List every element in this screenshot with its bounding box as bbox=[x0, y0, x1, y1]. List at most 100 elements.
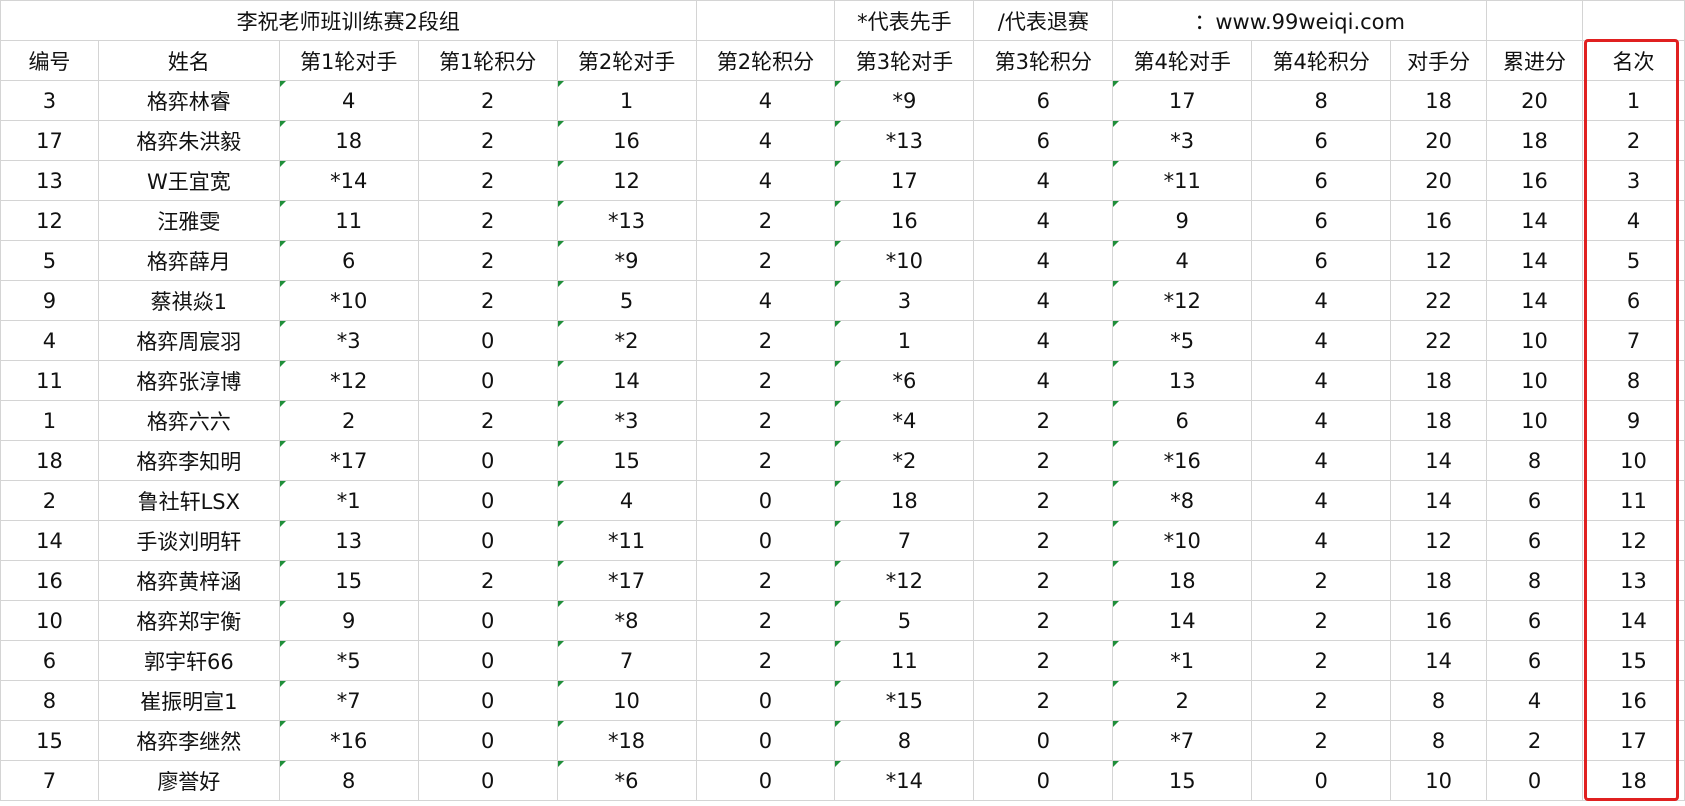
table-cell[interactable]: 14 bbox=[1486, 200, 1583, 241]
header-cell[interactable]: 名次 bbox=[1582, 40, 1685, 81]
table-cell[interactable]: 18 bbox=[1112, 560, 1253, 601]
table-cell[interactable]: 4 bbox=[695, 160, 836, 201]
table-cell[interactable]: 1 bbox=[556, 80, 697, 121]
table-cell[interactable]: 8 bbox=[1582, 360, 1685, 401]
table-cell[interactable]: 18 bbox=[1486, 120, 1583, 161]
table-cell[interactable]: 16 bbox=[1390, 600, 1488, 641]
table-cell[interactable]: 1 bbox=[0, 400, 99, 441]
table-cell[interactable]: 5 bbox=[0, 240, 99, 281]
table-cell[interactable]: 格弈李继然 bbox=[97, 720, 280, 761]
empty-cell[interactable] bbox=[1582, 0, 1685, 41]
table-cell[interactable]: 8 bbox=[1251, 80, 1392, 121]
table-cell[interactable]: *7 bbox=[278, 680, 419, 721]
table-cell[interactable]: 17 bbox=[1582, 720, 1685, 761]
table-cell[interactable]: 16 bbox=[1582, 680, 1685, 721]
table-cell[interactable]: 0 bbox=[973, 720, 1114, 761]
table-cell[interactable]: *10 bbox=[278, 280, 419, 321]
table-cell[interactable]: 7 bbox=[1582, 320, 1685, 361]
table-cell[interactable]: 18 bbox=[1582, 760, 1685, 801]
header-cell[interactable]: 累进分 bbox=[1486, 40, 1583, 81]
table-cell[interactable]: 5 bbox=[556, 280, 697, 321]
table-cell[interactable]: 7 bbox=[556, 640, 697, 681]
table-cell[interactable]: 4 bbox=[1251, 400, 1392, 441]
table-cell[interactable]: 10 bbox=[1390, 760, 1488, 801]
table-cell[interactable]: 4 bbox=[0, 320, 99, 361]
table-cell[interactable]: 6 bbox=[1251, 240, 1392, 281]
table-cell[interactable]: *17 bbox=[556, 560, 697, 601]
table-cell[interactable]: 格弈六六 bbox=[97, 400, 280, 441]
table-cell[interactable]: 11 bbox=[278, 200, 419, 241]
table-cell[interactable]: 6 bbox=[1251, 200, 1392, 241]
table-cell[interactable]: 9 bbox=[278, 600, 419, 641]
table-cell[interactable]: 0 bbox=[417, 760, 558, 801]
first-move-note[interactable]: *代表先手 bbox=[834, 0, 975, 41]
table-cell[interactable]: 2 bbox=[695, 600, 836, 641]
table-cell[interactable]: 0 bbox=[417, 600, 558, 641]
table-cell[interactable]: *14 bbox=[278, 160, 419, 201]
table-cell[interactable]: 15 bbox=[556, 440, 697, 481]
table-cell[interactable]: 6 bbox=[973, 80, 1114, 121]
table-cell[interactable]: 2 bbox=[417, 120, 558, 161]
table-cell[interactable]: 2 bbox=[695, 560, 836, 601]
table-cell[interactable]: 3 bbox=[1582, 160, 1685, 201]
table-cell[interactable]: 15 bbox=[1582, 640, 1685, 681]
table-cell[interactable]: 12 bbox=[556, 160, 697, 201]
table-cell[interactable]: 6 bbox=[1486, 520, 1583, 561]
table-cell[interactable]: 20 bbox=[1390, 160, 1488, 201]
table-cell[interactable]: 3 bbox=[0, 80, 99, 121]
table-cell[interactable]: 15 bbox=[1112, 760, 1253, 801]
table-cell[interactable]: 7 bbox=[834, 520, 975, 561]
table-cell[interactable]: 8 bbox=[1390, 720, 1488, 761]
table-cell[interactable]: 4 bbox=[695, 120, 836, 161]
table-cell[interactable]: W王宜宽 bbox=[97, 160, 280, 201]
withdraw-note[interactable]: /代表退赛 bbox=[973, 0, 1114, 41]
table-cell[interactable]: 4 bbox=[1582, 200, 1685, 241]
table-cell[interactable]: 4 bbox=[973, 200, 1114, 241]
table-cell[interactable]: 14 bbox=[1390, 640, 1488, 681]
table-cell[interactable]: 6 bbox=[278, 240, 419, 281]
table-cell[interactable]: 0 bbox=[417, 720, 558, 761]
table-cell[interactable]: 2 bbox=[417, 400, 558, 441]
table-cell[interactable]: *7 bbox=[1112, 720, 1253, 761]
table-cell[interactable]: *3 bbox=[278, 320, 419, 361]
table-cell[interactable]: 2 bbox=[417, 560, 558, 601]
table-cell[interactable]: 2 bbox=[695, 200, 836, 241]
table-cell[interactable]: 18 bbox=[834, 480, 975, 521]
table-cell[interactable]: 14 bbox=[1486, 240, 1583, 281]
table-cell[interactable]: 郭宇轩66 bbox=[97, 640, 280, 681]
table-cell[interactable]: 2 bbox=[695, 360, 836, 401]
table-cell[interactable]: 4 bbox=[1486, 680, 1583, 721]
header-cell[interactable]: 第2轮积分 bbox=[695, 40, 836, 81]
table-cell[interactable]: 22 bbox=[1390, 320, 1488, 361]
table-cell[interactable]: 11 bbox=[1582, 480, 1685, 521]
table-cell[interactable]: 2 bbox=[1582, 120, 1685, 161]
table-cell[interactable]: 2 bbox=[417, 240, 558, 281]
table-cell[interactable]: 2 bbox=[1486, 720, 1583, 761]
table-cell[interactable]: 2 bbox=[1112, 680, 1253, 721]
table-cell[interactable]: 0 bbox=[695, 720, 836, 761]
table-cell[interactable]: 17 bbox=[1112, 80, 1253, 121]
table-cell[interactable]: *11 bbox=[1112, 160, 1253, 201]
table-cell[interactable]: 9 bbox=[0, 280, 99, 321]
table-cell[interactable]: 16 bbox=[556, 120, 697, 161]
table-cell[interactable]: 2 bbox=[1251, 680, 1392, 721]
table-cell[interactable]: 4 bbox=[973, 160, 1114, 201]
table-cell[interactable]: 0 bbox=[695, 680, 836, 721]
sheet-title[interactable]: 李祝老师班训练赛2段组 bbox=[0, 0, 697, 41]
table-cell[interactable]: 6 bbox=[1486, 480, 1583, 521]
table-cell[interactable]: *10 bbox=[1112, 520, 1253, 561]
table-cell[interactable]: 廖誉好 bbox=[97, 760, 280, 801]
table-cell[interactable]: 格弈周宸羽 bbox=[97, 320, 280, 361]
table-cell[interactable]: *12 bbox=[1112, 280, 1253, 321]
table-cell[interactable]: 4 bbox=[973, 320, 1114, 361]
table-cell[interactable]: 4 bbox=[973, 240, 1114, 281]
table-cell[interactable]: 4 bbox=[1251, 440, 1392, 481]
table-cell[interactable]: *9 bbox=[556, 240, 697, 281]
table-cell[interactable]: *13 bbox=[556, 200, 697, 241]
table-cell[interactable]: 2 bbox=[973, 600, 1114, 641]
table-cell[interactable]: 4 bbox=[1251, 520, 1392, 561]
table-cell[interactable]: 格弈李知明 bbox=[97, 440, 280, 481]
table-cell[interactable]: 2 bbox=[417, 80, 558, 121]
table-cell[interactable]: 2 bbox=[1251, 720, 1392, 761]
table-cell[interactable]: 汪雅雯 bbox=[97, 200, 280, 241]
